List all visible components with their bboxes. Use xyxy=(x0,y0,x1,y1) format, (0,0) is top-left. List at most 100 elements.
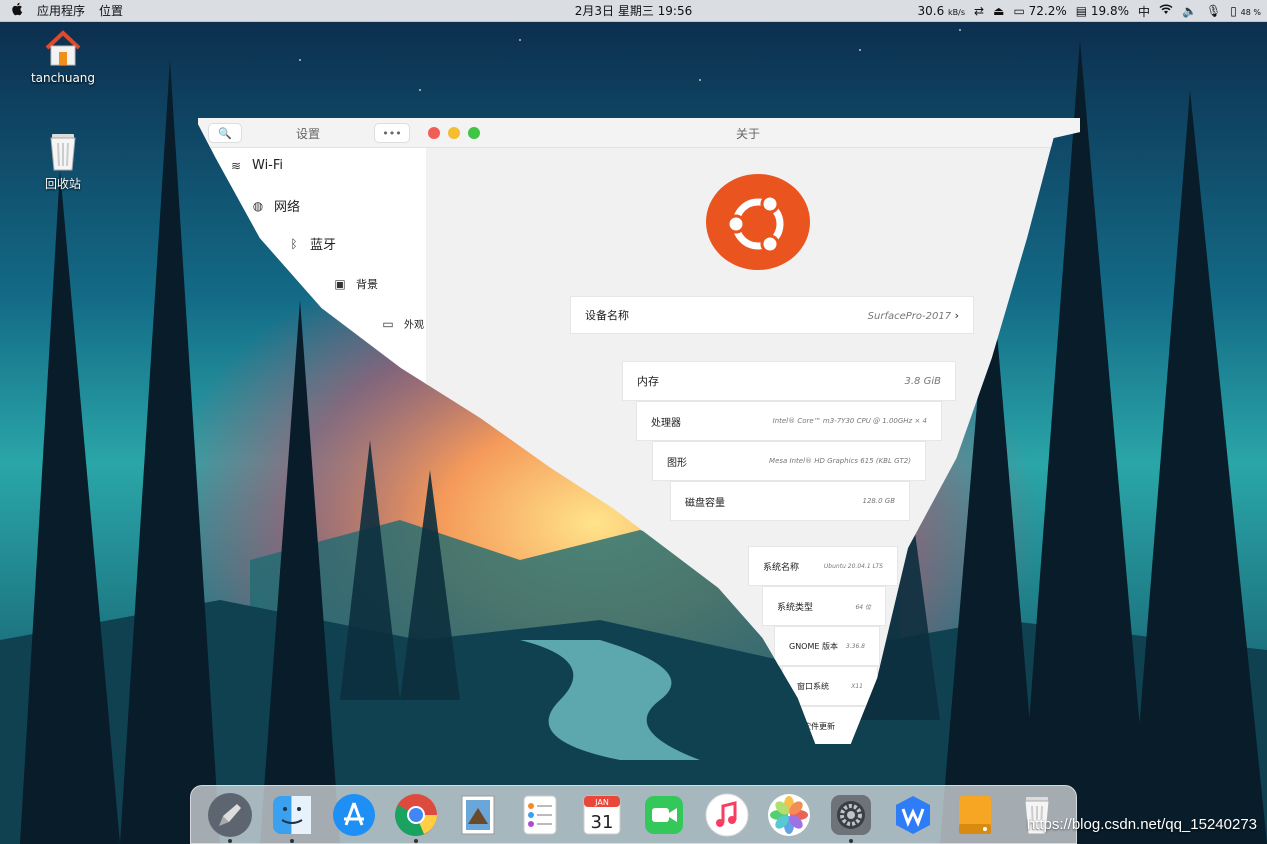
net-speed-value: 30.6 xyxy=(917,4,945,18)
dock-calendar[interactable]: JAN 31 xyxy=(578,791,626,839)
spec-label: 系统名称 xyxy=(763,562,800,573)
dock-launchpad[interactable] xyxy=(206,791,254,843)
dock-chrome[interactable] xyxy=(392,791,440,843)
sidebar-item-label: 蓝牙 xyxy=(310,238,337,253)
sidebar-item-label: 背景 xyxy=(356,278,378,291)
window-title: 设置 xyxy=(296,127,321,141)
memory-monitor[interactable]: ▤ 19.8% xyxy=(1076,4,1129,18)
minimize-button[interactable] xyxy=(448,127,460,139)
facetime-icon xyxy=(645,795,684,834)
music-icon xyxy=(705,793,749,836)
input-method-indicator[interactable]: 中 xyxy=(1138,3,1150,20)
dock-music[interactable] xyxy=(703,791,751,839)
running-indicator xyxy=(848,838,853,843)
trash-icon xyxy=(50,134,76,171)
reminders-icon xyxy=(523,795,557,834)
dock-wps[interactable] xyxy=(889,791,937,839)
places-menu[interactable]: 位置 xyxy=(99,2,123,19)
spec-label: 软件更新 xyxy=(803,721,835,731)
calendar-month: JAN xyxy=(595,798,610,807)
spec-label: 图形 xyxy=(667,457,687,469)
sidebar-item-wifi[interactable]: ≋ Wi-Fi xyxy=(228,158,283,173)
home-folder-icon xyxy=(45,30,81,66)
sidebar-item-label: 网络 xyxy=(274,200,301,215)
watermark: https://blog.csdn.net/qq_15240273 xyxy=(1026,816,1257,833)
window-surface: ≋ Wi-Fi ◍ 网络 ᛒ 蓝牙 ▣ 背景 ▭ 外观 设备名称 SurfacePro-2… xyxy=(198,118,1080,744)
spec-row-updates: 软件更新 xyxy=(788,706,878,744)
panel-title: 关于 xyxy=(736,127,761,141)
dock-drive[interactable] xyxy=(951,791,999,839)
wifi-icon: ≋ xyxy=(230,158,242,173)
sidebar-item-label: Wi-Fi xyxy=(252,158,284,173)
appearance-icon: ▭ xyxy=(382,316,394,331)
more-menu-button[interactable]: ••• xyxy=(374,123,410,143)
net-speed-unit: kB/s xyxy=(948,8,966,17)
dock-photos[interactable] xyxy=(765,791,813,839)
ubuntu-logo-icon xyxy=(704,172,812,276)
desktop-icon-label: 回收站 xyxy=(44,177,81,191)
spec-row-os-name: 系统名称 Ubuntu 20.04.1 LTS xyxy=(748,546,898,586)
spec-label: 处理器 xyxy=(651,417,681,429)
sidebar-item-label: 外观 xyxy=(404,320,424,331)
desktop-icon-trash[interactable]: 回收站 xyxy=(28,128,98,192)
system-preferences-icon xyxy=(830,794,871,835)
search-button[interactable]: 🔍 xyxy=(208,123,242,143)
spec-row-graphics: 图形 Mesa Intel® HD Graphics 615 (KBL GT2) xyxy=(652,441,926,481)
maximize-button[interactable] xyxy=(468,127,480,139)
dock-app-store[interactable] xyxy=(330,791,378,839)
spec-row-memory: 内存 3.8 GiB xyxy=(622,361,956,401)
spec-label: 系统类型 xyxy=(777,602,814,613)
dock-facetime[interactable] xyxy=(640,791,688,839)
apple-logo-icon[interactable] xyxy=(10,2,23,19)
battery-icon: ▯ xyxy=(1230,4,1237,18)
clock[interactable]: 2月3日 星期三 19:56 xyxy=(575,4,692,18)
drive-icon xyxy=(958,795,991,834)
device-name-row[interactable]: 设备名称 SurfacePro-2017 › xyxy=(570,296,974,334)
finder-icon xyxy=(273,795,312,834)
cpu-monitor[interactable]: ▭ 72.2% xyxy=(1013,4,1066,18)
network-activity-icon[interactable]: ⇄ xyxy=(974,4,984,18)
settings-window: ≋ Wi-Fi ◍ 网络 ᛒ 蓝牙 ▣ 背景 ▭ 外观 设备名称 SurfacePro-2… xyxy=(198,118,1080,748)
cpu-usage: 72.2% xyxy=(1028,4,1067,18)
device-name-value: SurfacePro-2017 xyxy=(867,310,952,322)
preview-icon xyxy=(461,795,495,834)
close-button[interactable] xyxy=(428,127,440,139)
eject-icon[interactable]: ⏏ xyxy=(993,4,1004,18)
battery-indicator[interactable]: ▯ 48 % xyxy=(1230,4,1261,18)
sidebar-item-network[interactable]: ◍ 网络 xyxy=(250,196,301,216)
memory-icon: ▤ xyxy=(1075,4,1088,18)
sidebar-item-appearance[interactable]: ▭ 外观 xyxy=(380,316,424,332)
battery-level: 48 % xyxy=(1240,8,1261,17)
spec-label: 磁盘容量 xyxy=(685,497,725,509)
microphone-icon[interactable]: 🎙 xyxy=(1206,4,1221,18)
applications-menu[interactable]: 应用程序 xyxy=(37,2,85,19)
sidebar-item-background[interactable]: ▣ 背景 xyxy=(332,276,378,292)
running-indicator xyxy=(228,838,233,843)
chrome-icon xyxy=(395,793,438,836)
spec-value: 64 位 xyxy=(855,603,871,611)
window-titlebar: 🔍 设置 ••• 关于 xyxy=(198,118,1080,148)
calendar-day: 31 xyxy=(591,812,614,833)
volume-icon[interactable]: 🔈 xyxy=(1182,4,1197,18)
desktop-icon-label: tanchuang xyxy=(30,71,96,85)
cpu-icon: ▭ xyxy=(1013,4,1025,18)
memory-usage: 19.8% xyxy=(1090,4,1130,18)
spec-value: Intel® Core™ m3-7Y30 CPU @ 1.00GHz × 4 xyxy=(772,417,927,425)
desktop-icon-home[interactable]: tanchuang xyxy=(28,28,98,85)
spec-value: 128.0 GB xyxy=(862,497,896,505)
spec-value: 3.8 GiB xyxy=(904,375,941,387)
sidebar-item-bluetooth[interactable]: ᛒ 蓝牙 xyxy=(286,234,337,254)
dock-system-preferences[interactable] xyxy=(827,791,875,843)
spec-row-gnome: GNOME 版本 3.36.8 xyxy=(774,626,880,666)
running-indicator xyxy=(290,838,295,843)
bluetooth-icon: ᛒ xyxy=(290,236,298,251)
dock-reminders[interactable] xyxy=(516,791,564,839)
spec-row-os-type: 系统类型 64 位 xyxy=(762,586,886,626)
chevron-right-icon: › xyxy=(954,308,959,322)
dock-preview[interactable] xyxy=(454,791,502,839)
about-panel: 设备名称 SurfacePro-2017 › 内存 3.8 GiB 处理器 In… xyxy=(426,118,1080,744)
spec-label: 内存 xyxy=(637,375,659,388)
calendar-icon: JAN 31 xyxy=(583,795,621,834)
dock-finder[interactable] xyxy=(268,791,316,843)
wifi-icon[interactable] xyxy=(1159,4,1173,18)
